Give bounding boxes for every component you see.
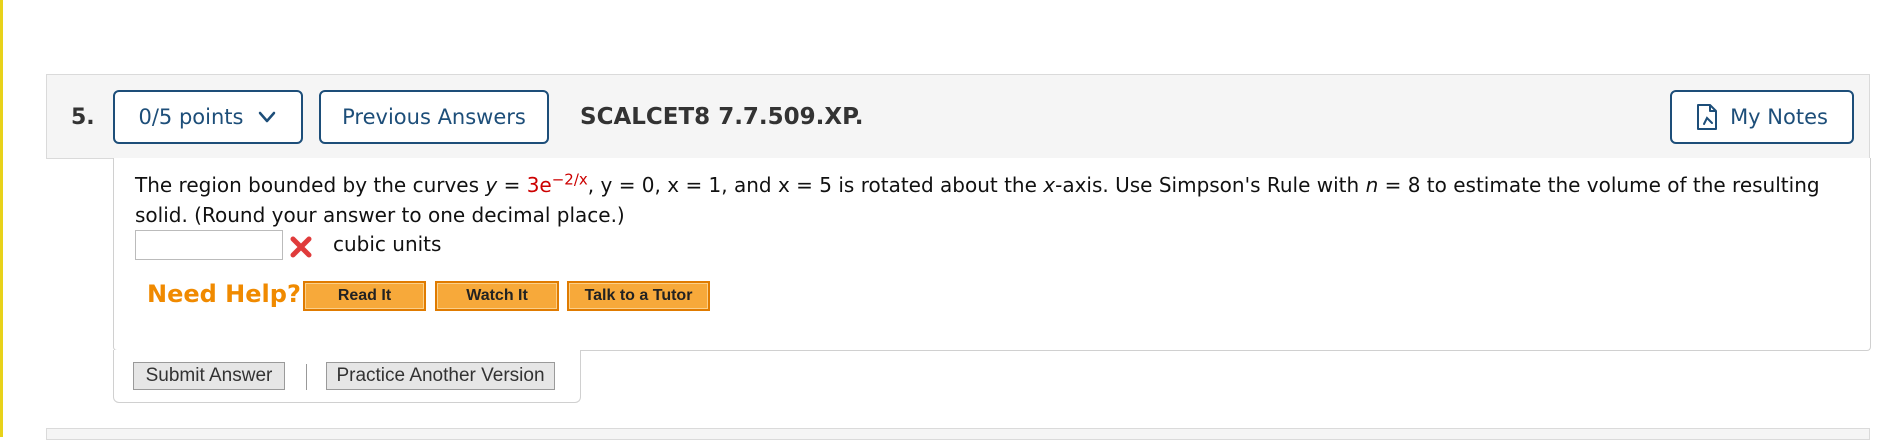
problem-statement: The region bounded by the curves y = 3e−… <box>135 170 1820 227</box>
submit-answer-button[interactable]: Submit Answer <box>133 362 285 390</box>
need-help-label: Need Help? <box>147 280 301 308</box>
page-left-border <box>0 0 3 437</box>
chevron-down-icon <box>259 111 276 123</box>
function-exponent: −2/x <box>551 170 588 189</box>
watch-it-button[interactable]: Watch It <box>435 281 559 311</box>
my-notes-label: My Notes <box>1730 105 1828 129</box>
function-coefficient: 3e <box>526 173 552 197</box>
talk-to-tutor-button[interactable]: Talk to a Tutor <box>567 281 710 311</box>
my-notes-button[interactable]: My Notes <box>1670 90 1854 144</box>
notes-icon <box>1697 104 1718 130</box>
button-divider <box>306 364 307 390</box>
close-icon <box>290 236 312 258</box>
points-dropdown-button[interactable]: 0/5 points <box>113 90 303 144</box>
question-header: 5. 0/5 points Previous Answers SCALCET8 … <box>46 74 1870 159</box>
answer-input[interactable] <box>135 230 283 260</box>
points-label: 0/5 points <box>138 105 244 129</box>
next-question-header <box>46 428 1870 440</box>
previous-answers-button[interactable]: Previous Answers <box>319 90 549 144</box>
question-number: 5. <box>71 105 95 130</box>
question-code: SCALCET8 7.7.509.XP. <box>580 104 864 130</box>
read-it-button[interactable]: Read It <box>303 281 426 311</box>
answer-units: cubic units <box>333 232 442 256</box>
practice-another-version-button[interactable]: Practice Another Version <box>326 362 555 390</box>
